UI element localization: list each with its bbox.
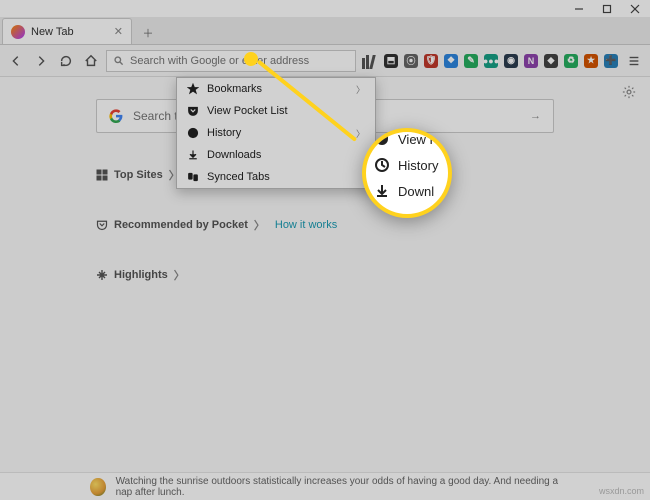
tutorial-magnifier: View P History Downl <box>362 128 452 218</box>
menu-item-label: History <box>207 127 241 139</box>
extension-icon[interactable]: N <box>524 54 538 68</box>
section-recommended[interactable]: Recommended by Pocket 〉 How it works <box>96 217 554 233</box>
snippet-text: Watching the sunrise outdoors statistica… <box>116 476 560 498</box>
magnifier-row-label: History <box>398 158 438 173</box>
close-tab-icon[interactable]: ✕ <box>114 25 123 38</box>
extension-icon[interactable]: ◆ <box>544 54 558 68</box>
app-menu-button[interactable] <box>624 51 644 71</box>
customize-gear-icon[interactable] <box>622 85 636 102</box>
back-button[interactable] <box>6 51 25 71</box>
extension-icon[interactable]: ●●● <box>484 54 498 68</box>
menu-item-downloads[interactable]: Downloads <box>177 144 375 166</box>
window-titlebar <box>0 0 650 17</box>
address-bar[interactable] <box>106 50 356 72</box>
tab-new-tab[interactable]: New Tab ✕ <box>2 18 132 44</box>
extension-icon[interactable]: ➕ <box>604 54 618 68</box>
grid-icon <box>96 169 108 181</box>
content-area: Bookmarks 〉 View Pocket List History 〉 D… <box>0 77 650 472</box>
google-logo-icon <box>109 109 123 123</box>
home-button[interactable] <box>81 51 100 71</box>
menu-item-label: Downloads <box>207 149 261 161</box>
extension-icon[interactable]: ✎ <box>464 54 478 68</box>
magnifier-row-label: Downl <box>398 184 434 199</box>
pocket-icon <box>374 131 390 147</box>
extension-icon[interactable]: ◉ <box>504 54 518 68</box>
chevron-right-icon: 〉 <box>356 83 365 96</box>
section-label: Highlights <box>114 269 168 281</box>
navigation-toolbar: ⬒ ⦿ 🛡 ❖ ✎ ●●● ◉ N ◆ ♻ ★ ➕ <box>0 45 650 77</box>
chevron-right-icon: 〉 <box>174 267 185 283</box>
section-highlights[interactable]: Highlights 〉 <box>96 267 554 283</box>
watermark: wsxdn.com <box>599 486 644 496</box>
address-input[interactable] <box>130 55 349 67</box>
toolbar-extensions: ⬒ ⦿ 🛡 ❖ ✎ ●●● ◉ N ◆ ♻ ★ ➕ <box>362 51 644 71</box>
search-icon <box>113 55 124 66</box>
tab-strip: New Tab ✕ ＋ <box>0 17 650 45</box>
chevron-right-icon: 〉 <box>254 217 265 233</box>
clock-icon <box>187 127 199 139</box>
tab-title: New Tab <box>31 26 74 38</box>
chevron-right-icon: 〉 <box>356 127 365 140</box>
extension-icon[interactable]: 🛡 <box>424 54 438 68</box>
menu-item-label: Synced Tabs <box>207 171 270 183</box>
sparkle-icon <box>96 269 108 281</box>
section-label: Top Sites <box>114 169 163 181</box>
firefox-favicon <box>11 25 25 39</box>
menu-item-label: View Pocket List <box>207 105 288 117</box>
pocket-icon <box>96 219 108 231</box>
close-window-button[interactable] <box>630 4 640 14</box>
extension-icon[interactable]: ⦿ <box>404 54 418 68</box>
minimize-button[interactable] <box>574 4 584 14</box>
download-icon <box>374 183 390 199</box>
menu-item-pocket[interactable]: View Pocket List <box>177 100 375 122</box>
reload-button[interactable] <box>56 51 75 71</box>
extension-icon[interactable]: ★ <box>584 54 598 68</box>
star-icon <box>187 83 199 95</box>
library-button[interactable] <box>362 53 378 69</box>
tutorial-highlight-dot <box>244 52 258 66</box>
sunrise-icon <box>90 478 106 496</box>
new-tab-button[interactable]: ＋ <box>136 22 160 44</box>
how-it-works-link[interactable]: How it works <box>275 219 337 231</box>
menu-item-synced-tabs[interactable]: Synced Tabs <box>177 166 375 188</box>
snippet-bar: Watching the sunrise outdoors statistica… <box>0 472 650 500</box>
maximize-button[interactable] <box>602 4 612 14</box>
extension-icon[interactable]: ⬒ <box>384 54 398 68</box>
download-icon <box>187 149 199 161</box>
menu-item-label: Bookmarks <box>207 83 262 95</box>
extension-icon[interactable]: ❖ <box>444 54 458 68</box>
sync-icon <box>187 171 199 183</box>
menu-item-bookmarks[interactable]: Bookmarks 〉 <box>177 78 375 100</box>
section-label: Recommended by Pocket <box>114 219 248 231</box>
magnifier-row-label: View P <box>398 132 438 147</box>
forward-button[interactable] <box>31 51 50 71</box>
pocket-icon <box>187 105 199 117</box>
extension-icon[interactable]: ♻ <box>564 54 578 68</box>
clock-icon <box>374 157 390 173</box>
search-go-icon[interactable]: → <box>530 110 541 122</box>
